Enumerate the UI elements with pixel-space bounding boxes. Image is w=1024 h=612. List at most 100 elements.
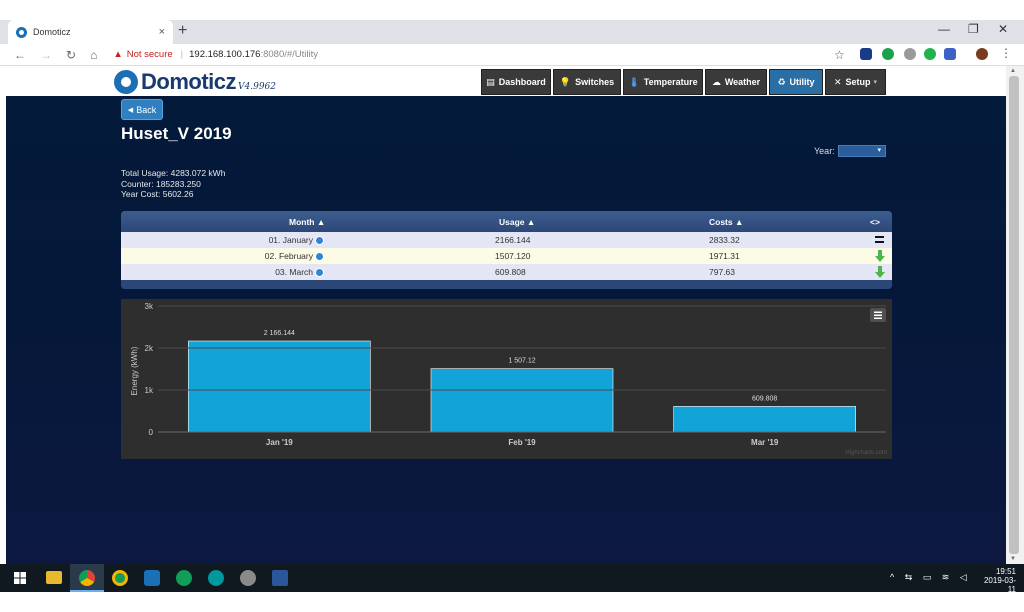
y-tick-label: 0 <box>149 428 154 437</box>
arduino-icon[interactable] <box>208 570 224 586</box>
clock[interactable]: 19:51 2019-03-11 <box>976 567 1016 594</box>
url-path: :8080/#/Utility <box>260 49 319 60</box>
hangouts-icon[interactable] <box>176 570 192 586</box>
profile-avatar[interactable] <box>976 48 988 60</box>
usage-column-header[interactable]: Usage ▲ <box>499 217 535 227</box>
x-tick-label: Jan '19 <box>266 438 293 447</box>
warning-icon: ▲ <box>113 49 123 60</box>
windows-start-icon[interactable] <box>14 572 26 584</box>
new-tab-button[interactable]: + <box>178 22 187 40</box>
info-icon[interactable] <box>315 268 324 278</box>
lightbulb-icon: 💡 <box>559 76 572 87</box>
nav-switches-button[interactable]: 💡 Switches <box>553 69 621 95</box>
table-row: 02. February 1507.120 1971.31 <box>121 248 892 264</box>
app-icon[interactable] <box>240 570 256 586</box>
table-footer <box>121 280 892 289</box>
y-axis-label: Energy (kWh) <box>130 346 139 395</box>
chart-bar[interactable] <box>673 406 856 433</box>
info-icon[interactable] <box>315 236 324 246</box>
extension-chat-icon[interactable] <box>882 48 894 60</box>
nav-setup-button[interactable]: ✕ Setup ▾ <box>825 69 886 95</box>
usage-chart: 3k 2k 1k 0 Energy (kWh) Highcharts.com 2 16… <box>121 299 892 459</box>
month-cell: 03. March <box>275 267 313 277</box>
costs-cell: 1971.31 <box>709 251 740 261</box>
back-arrow-icon[interactable]: ← <box>14 48 26 62</box>
trend-down-arrow-icon <box>875 266 885 278</box>
tools-icon: ✕ <box>833 76 842 87</box>
scroll-down-icon[interactable]: ▼ <box>1010 556 1016 562</box>
domoticz-logo-icon <box>114 70 138 94</box>
extension-grid-icon[interactable] <box>944 48 956 60</box>
year-label: Year: <box>814 146 835 156</box>
tab-title: Domoticz <box>33 27 71 37</box>
thermometer-icon: 🌡 <box>628 76 640 87</box>
logo-version: V4.9962 <box>238 82 276 92</box>
file-explorer-icon[interactable] <box>46 571 62 584</box>
extension-power-icon[interactable] <box>924 48 936 60</box>
usage-cell: 609.808 <box>495 267 526 277</box>
word-icon[interactable] <box>272 570 288 586</box>
chart-menu-icon[interactable] <box>870 308 886 322</box>
y-tick-label: 1k <box>145 386 154 395</box>
month-cell: 01. January <box>268 235 313 245</box>
year-select[interactable]: ▾ <box>838 145 886 157</box>
table-row: 03. March 609.808 797.63 <box>121 264 892 280</box>
chart-credit[interactable]: Highcharts.com <box>845 450 887 456</box>
extension-adblock-icon[interactable] <box>904 48 916 60</box>
monthly-usage-table: Month ▲ Usage ▲ Costs ▲ <> 01. January 2… <box>121 211 892 289</box>
costs-cell: 2833.32 <box>709 235 740 245</box>
nav-utility-button[interactable]: ♻ Utility <box>769 69 823 95</box>
bookmark-star-icon[interactable]: ☆ <box>834 48 845 62</box>
chevron-down-icon: ▾ <box>873 79 878 86</box>
month-cell: 02. February <box>264 251 313 261</box>
chrome-canary-icon[interactable] <box>112 570 128 586</box>
page-title: Huset_V 2019 <box>121 124 232 143</box>
extension-flag-icon[interactable] <box>860 48 872 60</box>
nav-weather-button[interactable]: ☁ Weather <box>705 69 767 95</box>
trend-down-arrow-icon <box>875 250 885 262</box>
windows-taskbar: ^ ⇆ ▭ ≋ ◁ 19:51 2019-03-11 <box>0 564 1024 594</box>
trend-equal-icon <box>875 236 884 243</box>
close-window-button[interactable]: ✕ <box>998 22 1008 36</box>
back-button[interactable]: ◀ Back <box>121 99 163 120</box>
chart-bar[interactable] <box>188 340 371 433</box>
domoticz-favicon-icon <box>16 26 27 38</box>
bar-data-label: 609.808 <box>752 395 777 402</box>
browser-tab[interactable]: Domoticz × <box>8 20 173 44</box>
teamviewer-icon[interactable] <box>144 570 160 586</box>
home-icon[interactable]: ⌂ <box>90 48 97 62</box>
caret-left-icon: ◀ <box>127 106 134 114</box>
nav-temperature-button[interactable]: 🌡 Temperature <box>623 69 703 95</box>
table-row: 01. January 2166.144 2833.32 <box>121 232 892 248</box>
chart-bar[interactable] <box>430 368 614 433</box>
usage-cell: 1507.120 <box>495 251 531 261</box>
scroll-up-icon[interactable]: ▲ <box>1010 68 1016 74</box>
maximize-button[interactable]: ❐ <box>968 22 979 36</box>
nav-dashboard-button[interactable]: ▤ Dashboard <box>481 69 551 95</box>
info-icon[interactable] <box>315 252 324 262</box>
domoticz-logo[interactable]: Domoticz V4.9962 <box>114 69 276 95</box>
counter-value: Counter: 185283.250 <box>121 178 201 189</box>
usage-chart-svg: 3k 2k 1k 0 Energy (kWh) Highcharts.com 2 16… <box>130 302 887 456</box>
table-header: Month ▲ Usage ▲ Costs ▲ <> <box>121 211 892 232</box>
usage-cell: 2166.144 <box>495 235 531 245</box>
forward-arrow-icon[interactable]: → <box>40 48 52 62</box>
utility-icon: ♻ <box>777 76 786 87</box>
browser-menu-icon[interactable]: ⋮ <box>1000 46 1012 60</box>
year-cost: Year Cost: 5602.26 <box>121 189 194 199</box>
x-tick-label: Mar '19 <box>751 438 779 447</box>
system-tray-icons[interactable]: ^ ⇆ ▭ ≋ ◁ <box>890 572 971 583</box>
scrollbar-thumb[interactable] <box>1009 76 1019 554</box>
url-field[interactable]: ▲ Not secure | 192.168.100.176:8080/#/Ut… <box>113 49 318 60</box>
taskbar-chrome-active[interactable] <box>70 564 104 592</box>
usage-summary: Total Usage: 4283.072 kWh Counter: 18528… <box>121 168 225 200</box>
month-column-header[interactable]: Month ▲ <box>289 217 325 227</box>
tab-close-icon[interactable]: × <box>159 26 165 38</box>
minimize-button[interactable]: — <box>938 22 950 36</box>
bar-data-label: 2 166.144 <box>264 330 295 337</box>
costs-column-header[interactable]: Costs ▲ <box>709 217 743 227</box>
trend-column-header[interactable]: <> <box>870 217 880 227</box>
costs-cell: 797.63 <box>709 267 735 277</box>
reload-icon[interactable]: ↻ <box>66 48 76 62</box>
not-secure-label: Not secure <box>126 49 173 60</box>
